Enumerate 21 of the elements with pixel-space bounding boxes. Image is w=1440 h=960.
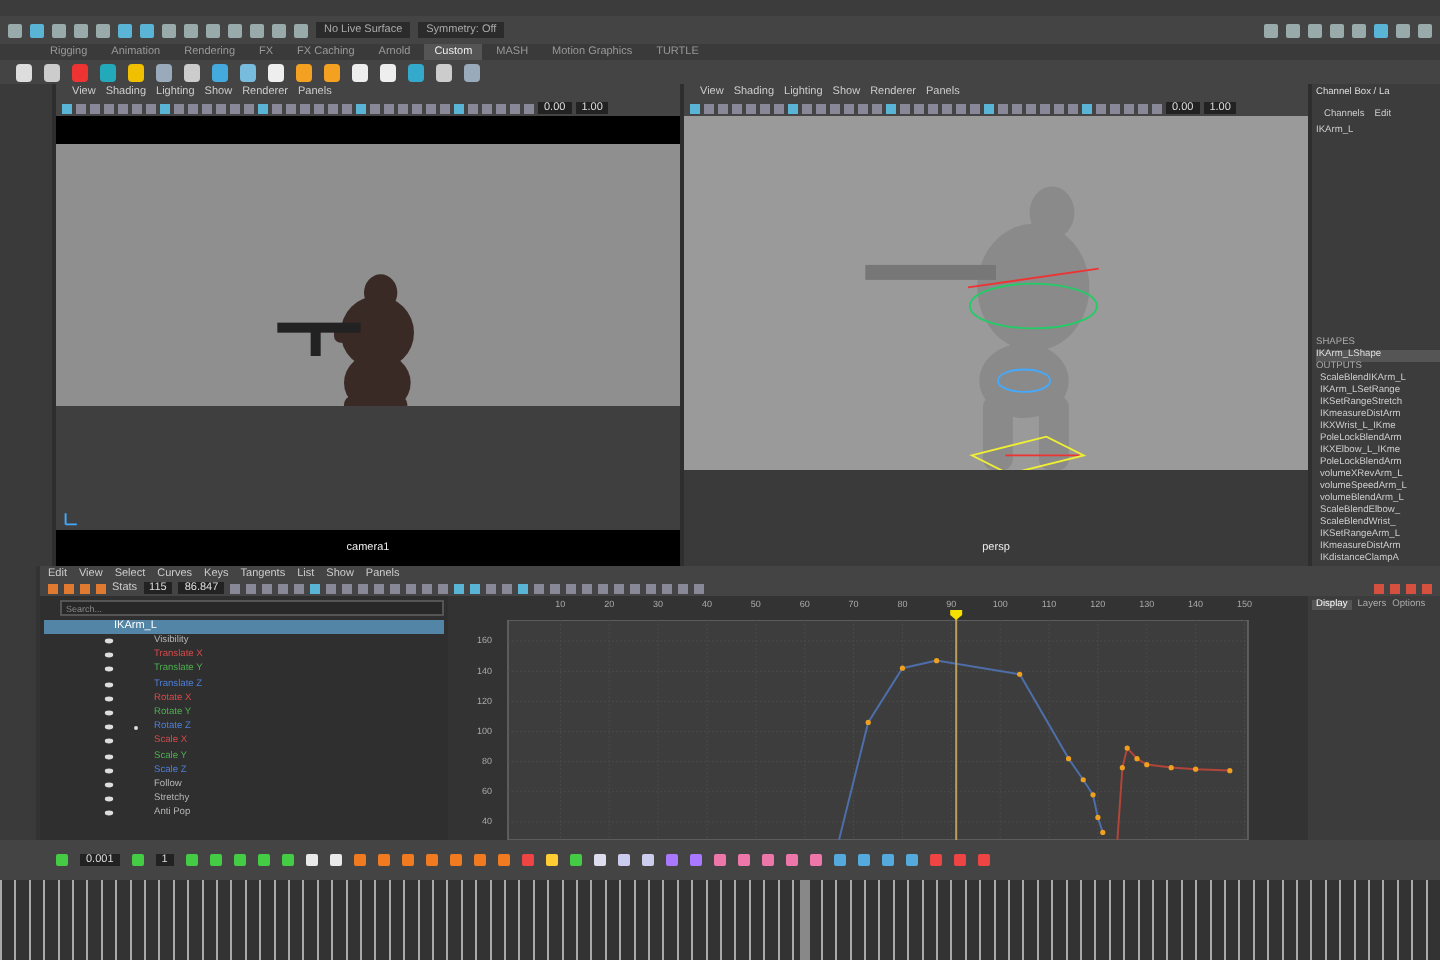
toolbar-icon[interactable] [131, 854, 144, 866]
keyframe-point[interactable] [1124, 745, 1130, 751]
keyframe-point[interactable] [1134, 756, 1140, 762]
keyframe-point[interactable] [899, 665, 906, 671]
keyframe-point[interactable] [1090, 792, 1096, 798]
keyframe-point[interactable] [865, 719, 871, 726]
current-time-marker[interactable] [950, 610, 963, 840]
keyframe-point[interactable] [1144, 762, 1150, 768]
keyframe-point[interactable] [1100, 829, 1106, 836]
time-slider[interactable] [0, 880, 1440, 960]
keyframe-point[interactable] [1193, 766, 1199, 772]
keyframe-point[interactable] [1168, 765, 1174, 771]
keyframe-point[interactable] [934, 658, 940, 664]
keyframe-point[interactable] [1065, 756, 1072, 762]
keyframe-point[interactable] [1095, 814, 1101, 820]
axis-icon [64, 510, 80, 526]
current-time-marker[interactable] [799, 880, 810, 960]
keyframe-point[interactable] [1080, 777, 1086, 783]
keyframe-point[interactable] [1017, 671, 1023, 677]
keyframe-point[interactable] [1227, 768, 1233, 774]
keyframe-point[interactable] [1119, 765, 1125, 771]
